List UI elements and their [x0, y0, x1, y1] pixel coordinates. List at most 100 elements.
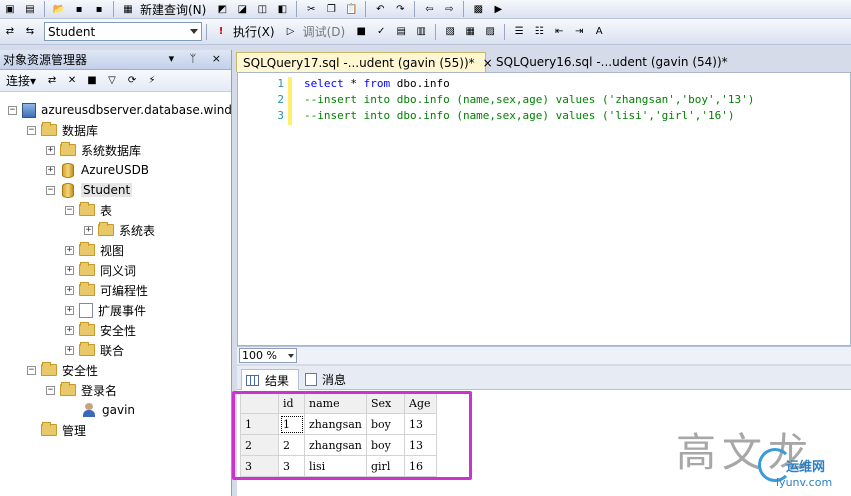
- tree-node-system-tables[interactable]: + 系统表: [84, 220, 155, 240]
- results-to-file-icon[interactable]: ▨: [482, 24, 498, 40]
- filter-icon[interactable]: ▽: [104, 73, 120, 89]
- xmla-query-icon[interactable]: ◫: [254, 1, 270, 17]
- tab-sqlquery16[interactable]: SQLQuery16.sql -...udent (gavin (54))*: [490, 52, 730, 72]
- tree-node-security[interactable]: − 安全性: [27, 360, 98, 380]
- new-query-button[interactable]: 新建查询(N): [140, 1, 206, 18]
- expand-icon[interactable]: +: [65, 345, 74, 355]
- new-project-icon[interactable]: ▣: [2, 1, 18, 17]
- new-query-icon[interactable]: ▦: [120, 1, 136, 17]
- connect-icon[interactable]: ⇄: [2, 24, 18, 40]
- parse-icon[interactable]: ✓: [373, 24, 389, 40]
- navigate-forward-icon[interactable]: ⇨: [441, 1, 457, 17]
- expand-icon[interactable]: +: [65, 265, 74, 275]
- tree-node-server[interactable]: − azureusdbserver.database.wind: [8, 100, 232, 120]
- tree-node-programmability[interactable]: + 可编程性: [65, 280, 148, 300]
- activity-monitor-icon[interactable]: ▩: [470, 1, 486, 17]
- grid-cell[interactable]: 3: [278, 455, 305, 477]
- tree-node-azureusdb[interactable]: + AzureUSDB: [46, 160, 149, 180]
- start-icon[interactable]: ▶: [490, 1, 506, 17]
- expand-icon[interactable]: +: [65, 325, 74, 335]
- save-all-icon[interactable]: ▪: [91, 1, 107, 17]
- row-header[interactable]: 1: [240, 413, 279, 435]
- column-header[interactable]: name: [304, 392, 367, 414]
- expand-icon[interactable]: +: [65, 245, 74, 255]
- column-header[interactable]: id: [278, 392, 305, 414]
- collapse-icon[interactable]: −: [46, 185, 55, 195]
- expand-icon[interactable]: +: [46, 165, 55, 175]
- tree-node-system-databases[interactable]: + 系统数据库: [46, 140, 141, 160]
- tree-node-synonyms[interactable]: + 同义词: [65, 260, 136, 280]
- connect-dropdown[interactable]: 连接▾: [6, 72, 36, 89]
- collapse-icon[interactable]: −: [27, 365, 36, 375]
- undo-icon[interactable]: ↶: [372, 1, 388, 17]
- grid-cell[interactable]: 16: [404, 455, 437, 477]
- collapse-icon[interactable]: −: [65, 205, 74, 215]
- save-icon[interactable]: ▪: [71, 1, 87, 17]
- dax-query-icon[interactable]: ◧: [274, 1, 290, 17]
- results-to-grid-icon[interactable]: ▦: [462, 24, 478, 40]
- collapse-icon[interactable]: −: [46, 385, 55, 395]
- dmx-query-icon[interactable]: ◪: [234, 1, 250, 17]
- grid-cell[interactable]: boy: [366, 434, 405, 456]
- display-plan-icon[interactable]: ▤: [393, 24, 409, 40]
- tab-results[interactable]: 结果: [241, 369, 299, 390]
- activity-icon[interactable]: ⚡: [144, 73, 160, 89]
- zoom-select[interactable]: 100 %: [239, 348, 297, 363]
- grid-cell[interactable]: boy: [366, 413, 405, 435]
- refresh-icon[interactable]: ⟳: [124, 73, 140, 89]
- grid-cell[interactable]: zhangsan: [304, 413, 367, 435]
- uncomment-icon[interactable]: ☷: [531, 24, 547, 40]
- specify-values-icon[interactable]: A: [591, 24, 607, 40]
- expand-icon[interactable]: +: [65, 305, 74, 315]
- grid-cell[interactable]: 2: [278, 434, 305, 456]
- grid-corner[interactable]: [240, 392, 279, 414]
- tree-node-databases[interactable]: − 数据库: [27, 120, 98, 140]
- redo-icon[interactable]: ↷: [392, 1, 408, 17]
- cancel-query-icon[interactable]: ■: [353, 24, 369, 40]
- tree-node-management[interactable]: 管理: [41, 420, 86, 440]
- panel-controls[interactable]: ▾ ᛘ ×: [169, 52, 227, 65]
- execute-icon[interactable]: !: [213, 24, 229, 40]
- tree-node-extended-events[interactable]: + 扩展事件: [65, 300, 146, 320]
- increase-indent-icon[interactable]: ⇥: [571, 24, 587, 40]
- comment-icon[interactable]: ☰: [511, 24, 527, 40]
- query-designer-icon[interactable]: ▥: [413, 24, 429, 40]
- decrease-indent-icon[interactable]: ⇤: [551, 24, 567, 40]
- copy-icon[interactable]: ❐: [323, 1, 339, 17]
- grid-cell[interactable]: 13: [404, 434, 437, 456]
- grid-cell[interactable]: 1: [278, 413, 305, 435]
- grid-cell[interactable]: zhangsan: [304, 434, 367, 456]
- change-connection-icon[interactable]: ⇆: [22, 24, 38, 40]
- stop-icon[interactable]: ■: [84, 73, 100, 89]
- collapse-icon[interactable]: −: [27, 125, 36, 135]
- tree-node-security-db[interactable]: + 安全性: [65, 320, 136, 340]
- tab-sqlquery17[interactable]: SQLQuery17.sql -...udent (gavin (55))* ×: [236, 52, 493, 72]
- execute-button[interactable]: 执行(X): [233, 23, 275, 40]
- collapse-icon[interactable]: −: [8, 105, 17, 115]
- row-header[interactable]: 2: [240, 434, 279, 456]
- expand-icon[interactable]: +: [84, 225, 93, 235]
- database-select[interactable]: Student: [44, 22, 202, 41]
- tree-node-student[interactable]: − Student: [46, 180, 133, 200]
- column-header[interactable]: Sex: [366, 392, 405, 414]
- tree-node-logins[interactable]: − 登录名: [46, 380, 117, 400]
- grid-cell[interactable]: girl: [366, 455, 405, 477]
- mdx-query-icon[interactable]: ◩: [214, 1, 230, 17]
- disconnect-icon[interactable]: ✕: [64, 73, 80, 89]
- expand-icon[interactable]: +: [65, 285, 74, 295]
- tree-node-federations[interactable]: + 联合: [65, 340, 124, 360]
- results-to-text-icon[interactable]: ▧: [442, 24, 458, 40]
- expand-icon[interactable]: +: [46, 145, 55, 155]
- navigate-icon[interactable]: ⇦: [421, 1, 437, 17]
- tree-node-views[interactable]: + 视图: [65, 240, 124, 260]
- tree-node-login-gavin[interactable]: gavin: [82, 400, 135, 420]
- query-editor[interactable]: 1 select * from dbo.info 2 --insert into…: [237, 72, 851, 346]
- results-grid[interactable]: id name Sex Age 1 1 zhangsan boy 13 2 2 …: [240, 392, 437, 477]
- paste-icon[interactable]: 📋: [343, 1, 359, 17]
- cut-icon[interactable]: ✂: [303, 1, 319, 17]
- connect-object-icon[interactable]: ⇄: [44, 73, 60, 89]
- column-header[interactable]: Age: [404, 392, 437, 414]
- debug-icon[interactable]: ▷: [283, 24, 299, 40]
- grid-cell[interactable]: 13: [404, 413, 437, 435]
- tab-messages[interactable]: 消息: [301, 369, 357, 390]
